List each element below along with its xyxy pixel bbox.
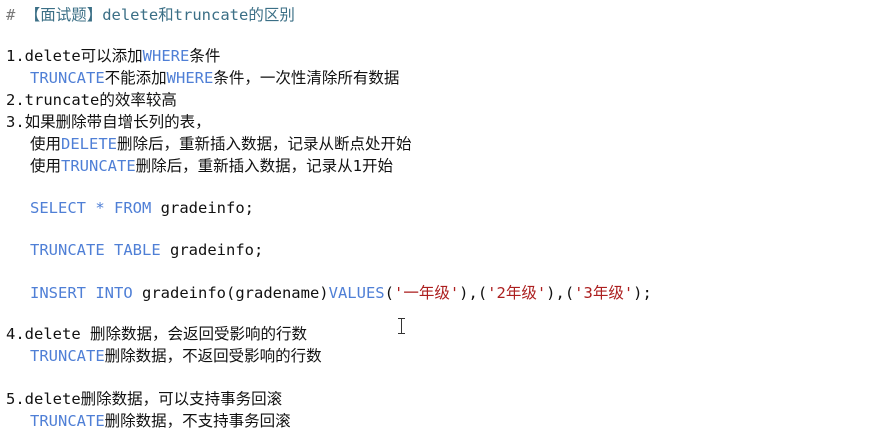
point-3b-line: 使用TRUNCATE删除后，重新插入数据，记录从1开始 xyxy=(30,155,393,177)
where-keyword: WHERE xyxy=(142,47,190,65)
star-token: * xyxy=(86,199,114,217)
point-2-line: 2.truncate的效率较高 xyxy=(6,91,177,109)
point-1-text: 1.delete可以添加 xyxy=(6,47,143,65)
paren-open: ( xyxy=(384,284,394,302)
title-text: 【面试题】delete和truncate的区别 xyxy=(24,6,295,24)
into-keyword: INTO xyxy=(95,284,133,302)
point-3-line: 3.如果删除带自增长列的表， xyxy=(6,113,211,131)
point-3a-line: 使用DELETE删除后，重新插入数据，记录从断点处开始 xyxy=(30,133,412,155)
from-keyword: FROM xyxy=(114,199,152,217)
string-literal: '2年级' xyxy=(487,284,547,302)
truncate-keyword: TRUNCATE xyxy=(30,69,105,87)
values-keyword: VALUES xyxy=(328,284,385,302)
sql-truncate-rest: gradeinfo; xyxy=(160,241,264,259)
point-5b-line: TRUNCATE删除数据，不支持事务回滚 xyxy=(30,410,291,432)
point-3a-prefix: 使用 xyxy=(30,135,62,153)
point-1b-line: TRUNCATE不能添加WHERE条件，一次性清除所有数据 xyxy=(30,67,399,89)
text-cursor-icon xyxy=(397,318,406,334)
point-4b-text: 删除数据，不返回受影响的行数 xyxy=(104,347,322,365)
string-literal: '3年级' xyxy=(574,284,634,302)
delete-keyword: DELETE xyxy=(61,135,118,153)
insert-keyword: INSERT xyxy=(30,284,86,302)
title-line: # 【面试题】delete和truncate的区别 xyxy=(6,4,295,26)
sql-insert-line: INSERT INTO gradeinfo(gradename)VALUES('… xyxy=(30,282,652,304)
separator: ),( xyxy=(459,284,488,302)
point-3b-prefix: 使用 xyxy=(30,157,62,175)
point-5b-text: 删除数据，不支持事务回滚 xyxy=(104,412,291,430)
point-3b-text: 删除后，重新插入数据，记录从1开始 xyxy=(135,157,394,175)
separator: ),( xyxy=(546,284,575,302)
table-keyword: TABLE xyxy=(114,241,161,259)
point-1-suffix: 条件 xyxy=(189,47,221,65)
sql-select-line: SELECT * FROM gradeinfo; xyxy=(30,197,254,219)
truncate-keyword: TRUNCATE xyxy=(30,412,105,430)
code-editor[interactable]: # 【面试题】delete和truncate的区别 1.delete可以添加WH… xyxy=(0,0,869,441)
truncate-keyword: TRUNCATE xyxy=(30,241,105,259)
point-1b-suffix: 条件，一次性清除所有数据 xyxy=(213,69,400,87)
point-4-line: 4.delete 删除数据，会返回受影响的行数 xyxy=(6,325,307,343)
point-3a-text: 删除后，重新插入数据，记录从断点处开始 xyxy=(117,135,412,153)
truncate-keyword: TRUNCATE xyxy=(61,157,136,175)
point-4b-line: TRUNCATE删除数据，不返回受影响的行数 xyxy=(30,345,322,367)
point-5-line: 5.delete删除数据，可以支持事务回滚 xyxy=(6,390,283,408)
point-1-line: 1.delete可以添加WHERE条件 xyxy=(6,45,220,67)
string-literal: '一年级' xyxy=(393,284,460,302)
select-keyword: SELECT xyxy=(30,199,86,217)
comment-marker: # xyxy=(6,6,16,24)
sql-select-rest: gradeinfo; xyxy=(151,199,254,217)
point-1b-text: 不能添加 xyxy=(104,69,167,87)
where-keyword: WHERE xyxy=(166,69,214,87)
truncate-keyword: TRUNCATE xyxy=(30,347,105,365)
statement-end: ); xyxy=(633,284,652,302)
sql-insert-table: gradeinfo(gradename) xyxy=(132,284,329,302)
sql-truncate-line: TRUNCATE TABLE gradeinfo; xyxy=(30,239,263,261)
